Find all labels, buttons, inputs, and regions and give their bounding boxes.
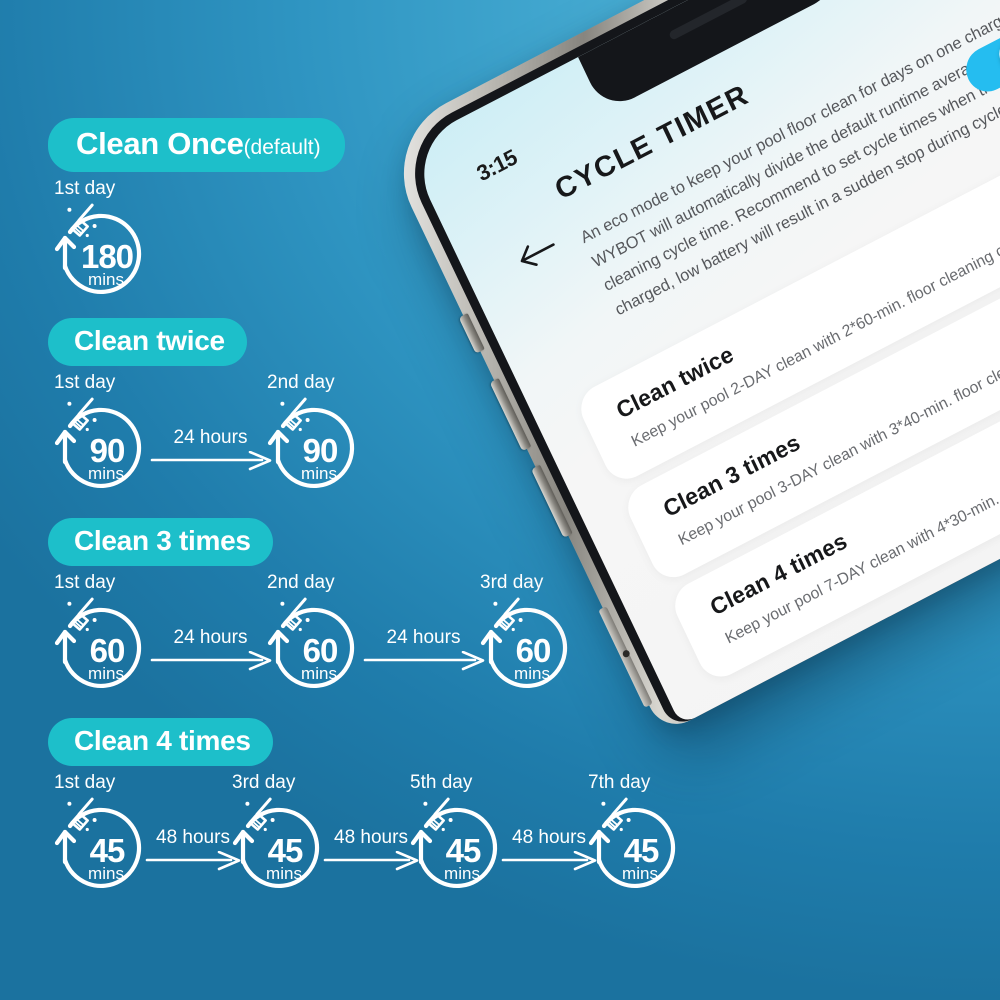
cycle-minutes-unit: mins [88, 664, 124, 684]
cycle-dial: 180 mins [48, 202, 152, 306]
cycle-day-node: 3rd day 60 mins [474, 572, 592, 700]
cycle-day-label: 1st day [54, 572, 116, 594]
cycle-day-label: 2nd day [267, 372, 335, 394]
earpiece-speaker [668, 0, 749, 41]
cycle-timeline-row: 1st day 45 mins 3rd day 45 mins 5th day 45 mins 7… [48, 772, 676, 922]
badge-main-label: Clean Once [76, 126, 244, 161]
broom-icon [67, 797, 97, 832]
cycle-group-badge: Clean 4 times [48, 718, 273, 767]
broom-icon [280, 597, 310, 632]
cycle-timeline-row: 1st day 180 mins [48, 178, 345, 328]
cycle-group-badge: Clean 3 times [48, 518, 273, 567]
cycle-day-node: 2nd day 90 mins [261, 372, 379, 500]
cycle-group: Clean Once(default) 1st day 180 mins [48, 118, 345, 328]
cycle-day-node: 1st day 60 mins [48, 572, 166, 700]
cycle-day-label: 1st day [54, 372, 116, 394]
badge-main-label: Clean 3 times [74, 525, 251, 556]
cycle-dial: 60 mins [474, 596, 578, 700]
cycle-group: Clean 3 times 1st day 60 mins 2nd day 60 mins 3… [48, 518, 568, 722]
badge-main-label: Clean twice [74, 325, 225, 356]
broom-icon [280, 397, 310, 432]
cycle-group-badge: Clean twice [48, 318, 247, 367]
cycle-day-label: 5th day [410, 772, 473, 794]
cycle-minutes-unit: mins [301, 464, 337, 484]
cycle-gap-connector: 48 hours [323, 827, 419, 881]
badge-main-label: Clean 4 times [74, 725, 251, 756]
broom-icon [493, 597, 523, 632]
cycle-day-node: 1st day 90 mins [48, 372, 166, 500]
cycle-gap-connector: 24 hours [150, 627, 272, 681]
cycle-group: Clean 4 times 1st day 45 mins 3rd day 45 mins 5… [48, 718, 676, 922]
cycle-day-label: 1st day [54, 772, 116, 794]
broom-icon [67, 597, 97, 632]
broom-icon [245, 797, 275, 832]
cycle-day-node: 1st day 180 mins [48, 178, 166, 306]
cycle-minutes-unit: mins [444, 864, 480, 884]
cycle-minutes-unit: mins [622, 864, 658, 884]
cycle-gap-label: 48 hours [512, 827, 586, 849]
cycle-minutes-unit: mins [266, 864, 302, 884]
broom-icon [601, 797, 631, 832]
cycle-dial: 45 mins [48, 796, 152, 900]
cycle-timeline-row: 1st day 90 mins 2nd day 90 mins 24 hours [48, 372, 355, 522]
cycle-dial: 60 mins [48, 596, 152, 700]
cycle-dial: 90 mins [48, 396, 152, 500]
cycle-day-label: 3rd day [480, 572, 544, 594]
cycle-group: Clean twice 1st day 90 mins 2nd day 90 mins 24 … [48, 318, 355, 522]
back-arrow-icon[interactable] [512, 231, 564, 279]
cycle-minutes-unit: mins [88, 464, 124, 484]
cycle-dial: 45 mins [404, 796, 508, 900]
cycle-minutes-unit: mins [88, 269, 124, 289]
cycle-gap-label: 48 hours [156, 827, 230, 849]
cycle-gap-label: 48 hours [334, 827, 408, 849]
cycle-timeline-row: 1st day 60 mins 2nd day 60 mins 3rd day 60 mins 2… [48, 572, 568, 722]
cycle-dial: 90 mins [261, 396, 365, 500]
badge-sub-label: (default) [243, 136, 321, 159]
broom-icon [67, 397, 97, 432]
cycle-dial: 45 mins [582, 796, 686, 900]
cycle-day-node: 7th day 45 mins [582, 772, 700, 900]
cycle-gap-label: 24 hours [386, 627, 461, 649]
cycle-gap-connector: 24 hours [150, 427, 272, 481]
cycle-day-node: 2nd day 60 mins [261, 572, 379, 700]
cycle-minutes-unit: mins [301, 664, 337, 684]
cycle-day-label: 2nd day [267, 572, 335, 594]
cycle-gap-label: 24 hours [173, 627, 248, 649]
cycle-minutes-unit: mins [88, 864, 124, 884]
cycle-group-badge: Clean Once(default) [48, 118, 345, 172]
broom-icon [423, 797, 453, 832]
status-bar-time: 3:15 [472, 144, 521, 187]
broom-icon [67, 203, 97, 237]
cycle-dial: 45 mins [226, 796, 330, 900]
cycle-dial: 60 mins [261, 596, 365, 700]
cycle-day-label: 1st day [54, 177, 116, 199]
cycle-gap-connector: 48 hours [501, 827, 597, 881]
cycle-gap-label: 24 hours [173, 427, 248, 449]
cycle-minutes-unit: mins [514, 664, 550, 684]
cycle-gap-connector: 48 hours [145, 827, 241, 881]
cycle-day-label: 3rd day [232, 772, 296, 794]
cycle-gap-connector: 24 hours [363, 627, 485, 681]
